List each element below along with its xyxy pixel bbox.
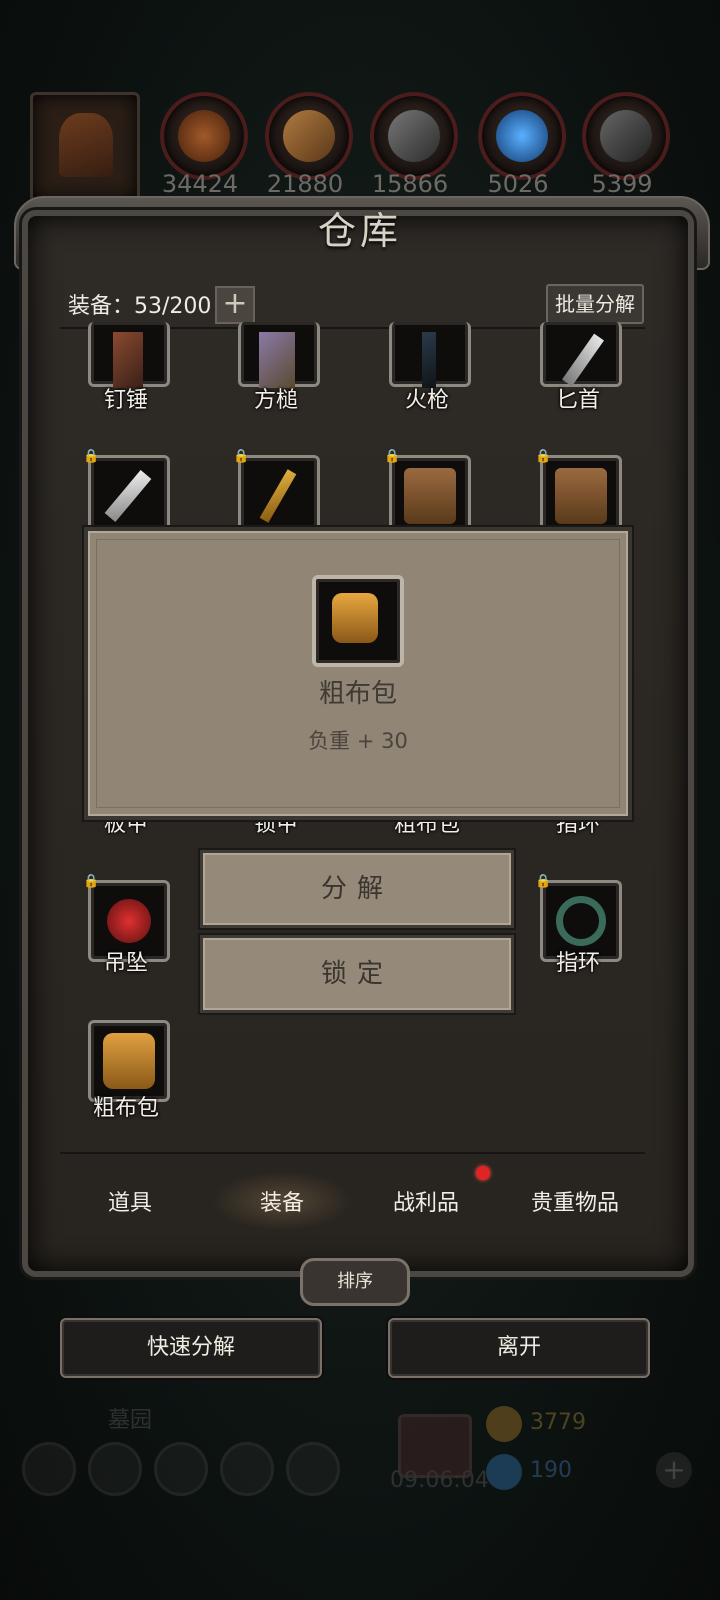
golden-staff-icon (259, 469, 297, 523)
pendant-icon (107, 899, 151, 943)
tab-equipment[interactable]: 装备 (212, 1171, 352, 1231)
equipment-count: 装备：53/200 (68, 294, 212, 319)
resource-value: 21880 (266, 170, 344, 198)
item-slot[interactable] (540, 322, 622, 387)
item-slot[interactable] (88, 322, 170, 388)
batch-decompose-button[interactable]: 批量分解 (546, 284, 644, 324)
tab-props[interactable]: 道具 (60, 1185, 200, 1217)
crystal-icon (496, 110, 548, 162)
item-slot[interactable]: 🔒 (535, 450, 622, 537)
add-currency-icon[interactable]: + (656, 1452, 692, 1488)
tab-divider (60, 1152, 645, 1154)
wood-plank-icon (283, 110, 335, 162)
cloth-armor-icon (404, 468, 456, 524)
item-icon (312, 575, 404, 667)
menu-icon[interactable] (88, 1442, 142, 1496)
tab-valuables[interactable]: 贵重物品 (505, 1185, 645, 1217)
sort-button[interactable]: 排序 (300, 1258, 410, 1306)
lock-icon: 🔒 (535, 449, 552, 464)
steel-ingot-icon (600, 110, 652, 162)
lock-icon: 🔒 (535, 874, 552, 889)
item-label: 粗布包 (92, 1096, 159, 1121)
ring-icon (556, 896, 606, 946)
dagger-icon (562, 333, 604, 387)
gem-amount: 190 (530, 1458, 572, 1483)
lock-icon: 🔒 (83, 449, 100, 464)
gift-timer: 09:06:04 (390, 1468, 489, 1493)
gear-icon[interactable] (22, 1442, 76, 1496)
notification-dot (476, 1166, 490, 1180)
item-label: 火枪 (404, 388, 449, 413)
cloth-bag-icon (103, 1033, 155, 1089)
lock-button[interactable]: 锁定 (200, 935, 514, 1013)
hood-icon (59, 113, 113, 177)
hammer-icon (113, 332, 143, 388)
leave-button[interactable]: 离开 (388, 1318, 650, 1378)
item-label: 钉锤 (103, 388, 148, 413)
book-icon[interactable] (220, 1442, 274, 1496)
mallet-icon (259, 332, 295, 388)
panel-title: 仓库 (317, 209, 402, 253)
lock-icon: 🔒 (384, 449, 401, 464)
map-icon[interactable] (286, 1442, 340, 1496)
resource-iron (370, 92, 458, 180)
cloth-bag-icon (332, 593, 378, 643)
quick-decompose-button[interactable]: 快速分解 (60, 1318, 322, 1378)
musket-icon (422, 332, 436, 388)
item-slot[interactable]: 🔒 (233, 450, 320, 537)
lock-icon: 🔒 (233, 449, 250, 464)
item-slot[interactable] (238, 322, 320, 388)
resource-value: 15866 (371, 170, 449, 198)
curved-dagger-icon (104, 470, 152, 522)
item-slot[interactable]: 🔒 (83, 450, 170, 537)
gem-icon (486, 1454, 522, 1490)
item-name: 粗布包 (318, 679, 397, 709)
resource-value: 5399 (591, 170, 653, 198)
leather-icon (178, 110, 230, 162)
lock-icon: 🔒 (83, 874, 100, 889)
item-slot[interactable]: 🔒 (384, 450, 471, 537)
item-label: 吊坠 (103, 951, 148, 976)
resource-value: 5026 (487, 170, 549, 198)
expand-capacity-button[interactable]: + (215, 286, 255, 324)
resource-crystal (478, 92, 566, 180)
item-slot[interactable] (389, 322, 471, 388)
gold-coin-icon (486, 1406, 522, 1442)
resource-steel (582, 92, 670, 180)
item-stat: 负重 + 30 (308, 729, 408, 753)
resource-value: 34424 (161, 170, 239, 198)
hero-portrait[interactable] (30, 92, 140, 202)
item-detail-popup: 粗布包 负重 + 30 (84, 527, 632, 820)
tab-loot[interactable]: 战利品 (356, 1185, 496, 1217)
castle-icon[interactable] (154, 1442, 208, 1496)
iron-ingot-icon (388, 110, 440, 162)
item-label: 匕首 (555, 388, 600, 413)
item-label: 方槌 (253, 388, 298, 413)
resource-leather (160, 92, 248, 180)
location-name: 墓园 (108, 1408, 153, 1433)
item-label: 指环 (555, 951, 600, 976)
decompose-button[interactable]: 分解 (200, 850, 514, 928)
gold-amount: 3779 (530, 1410, 586, 1435)
cloth-armor-icon (555, 468, 607, 524)
resource-wood (265, 92, 353, 180)
